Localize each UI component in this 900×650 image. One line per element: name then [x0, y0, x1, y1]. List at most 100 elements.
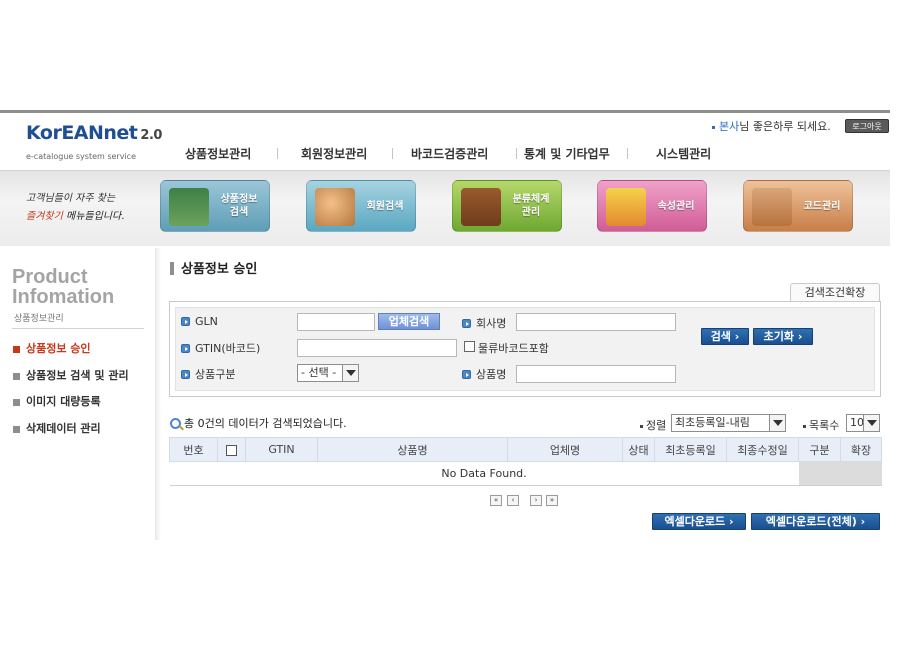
excel-download-button[interactable]: 엑셀다운로드 ›: [652, 513, 746, 530]
logistics-barcode-checkbox[interactable]: [464, 341, 475, 352]
first-page-icon[interactable]: «: [490, 495, 502, 506]
column-header-no[interactable]: 번호: [169, 437, 218, 462]
square-bullet-icon: [13, 398, 20, 406]
greeting-text: 님 좋은하루 되세요.: [739, 120, 831, 133]
chevron-down-icon: [863, 415, 879, 431]
code-folder-icon: [752, 188, 792, 226]
sidebar-item-label: 이미지 대량등록: [26, 395, 101, 408]
product-binder-icon: [169, 188, 209, 226]
gln-label: GLN: [181, 315, 218, 328]
gnb-item-member-info[interactable]: 회원정보관리: [301, 145, 367, 162]
slogan-rest: 메뉴들입니다.: [62, 211, 125, 222]
column-header-product-name[interactable]: 상품명: [317, 437, 508, 462]
bullet-icon: [803, 424, 806, 428]
bullet-icon: [640, 424, 643, 428]
chevron-down-icon: [769, 415, 785, 431]
gnb-item-system[interactable]: 시스템관리: [656, 145, 711, 162]
next-page-icon[interactable]: ›: [530, 495, 542, 506]
global-nav: 상품정보관리 회원정보관리 바코드검증관리 통계 및 기타업무 시스템관리: [160, 142, 900, 164]
sidebar-item-product-approval[interactable]: 상품정보 승인: [13, 340, 91, 356]
company-name-input[interactable]: [516, 313, 676, 331]
gnb-separator: [516, 148, 517, 159]
select-all-checkbox[interactable]: [226, 444, 237, 456]
sidebar-item-product-search[interactable]: 상품정보 검색 및 관리: [13, 367, 129, 383]
product-name-label: 상품명: [462, 366, 506, 382]
gnb-item-barcode[interactable]: 바코드검증관리: [411, 145, 488, 162]
sidebar-rule: [12, 328, 144, 329]
column-header-gtin[interactable]: GTIN: [245, 437, 318, 462]
reset-button[interactable]: 초기화 ›: [753, 328, 813, 345]
page-size-label-text: 목록수: [809, 419, 840, 432]
column-header-type[interactable]: 구분: [798, 437, 841, 462]
table-row: No Data Found.: [169, 461, 882, 486]
sidebar-divider: [155, 248, 161, 540]
company-name-label-text: 회사명: [476, 317, 507, 330]
search-button[interactable]: 검색 ›: [701, 328, 749, 345]
sort-label-text: 정렬: [646, 419, 667, 432]
column-header-select-all[interactable]: [217, 437, 246, 462]
column-header-last-modified[interactable]: 최종수정일: [726, 437, 799, 462]
slogan-highlight: 즐겨찾기: [26, 211, 63, 222]
quick-link-attributes[interactable]: 속성관리: [597, 180, 707, 232]
page-size-label: 목록수: [803, 417, 839, 433]
quick-link-classification[interactable]: 분류체계 관리: [452, 180, 562, 232]
page-size-select[interactable]: 10: [846, 414, 880, 432]
last-page-icon[interactable]: »: [546, 495, 558, 506]
logo[interactable]: KorEANnet 2.0 e-catalogue system service: [22, 118, 162, 168]
bullet-icon: [712, 125, 715, 129]
product-name-input[interactable]: [516, 365, 676, 383]
gnb-separator: [392, 148, 393, 159]
gnb-item-statistics[interactable]: 통계 및 기타업무: [524, 145, 610, 162]
members-icon: [315, 188, 355, 226]
sidebar-item-label: 상품정보 검색 및 관리: [26, 369, 129, 382]
logout-button[interactable]: 로그아웃: [845, 119, 889, 133]
company-search-button[interactable]: 업체검색: [378, 313, 440, 330]
quick-link-codes[interactable]: 코드관리: [743, 180, 853, 232]
quick-link-label: 분류체계 관리: [512, 194, 550, 218]
column-header-status[interactable]: 상태: [622, 437, 655, 462]
quick-link-member-search[interactable]: 회원검색: [306, 180, 416, 232]
empty-cell: [798, 461, 882, 486]
chevron-down-icon: [342, 365, 358, 381]
quick-link-product-search[interactable]: 상품정보 검색: [160, 180, 270, 232]
product-table: 번호 GTIN 상품명 업체명 상태 최초등록일 최종수정일 구분 확장 No …: [169, 437, 882, 486]
user-name: 본사: [719, 120, 740, 133]
column-header-company-name[interactable]: 업체명: [507, 437, 623, 462]
page: KorEANnet 2.0 e-catalogue system service …: [0, 0, 900, 650]
sidebar-item-deleted-data[interactable]: 삭제데이터 관리: [13, 420, 101, 436]
sort-select[interactable]: 최초등록일-내림: [671, 414, 786, 432]
category-select[interactable]: - 선택 -: [297, 364, 359, 382]
gnb-item-product-info[interactable]: 상품정보관리: [185, 145, 251, 162]
prev-page-icon[interactable]: ‹: [507, 495, 519, 506]
quick-link-label: 상품정보 검색: [220, 194, 258, 218]
page-title-text: 상품정보 승인: [181, 262, 258, 277]
column-header-first-registered[interactable]: 최초등록일: [654, 437, 727, 462]
slogan-line-2: 즐겨찾기 메뉴들입니다.: [26, 208, 124, 226]
gtin-label-text: GTIN(바코드): [195, 342, 261, 355]
gtin-input[interactable]: [297, 339, 457, 357]
empty-message: No Data Found.: [169, 461, 799, 486]
search-icon: [170, 418, 181, 429]
sidebar-item-label: 상품정보 승인: [26, 342, 91, 355]
excel-download-all-button[interactable]: 엑셀다운로드(전체) ›: [751, 513, 880, 530]
sidebar-subtitle: 상품정보관리: [14, 314, 64, 324]
category-select-value: - 선택 -: [301, 366, 337, 379]
gln-input[interactable]: [297, 313, 375, 331]
logo-subtitle: e-catalogue system service: [26, 152, 136, 161]
page-title: 상품정보 승인: [170, 258, 257, 277]
column-header-expand[interactable]: 확장: [840, 437, 882, 462]
top-rule: [0, 110, 890, 113]
logo-text: KorEANnet: [26, 122, 138, 144]
category-label-text: 상품구분: [195, 368, 236, 381]
sidebar-item-image-upload[interactable]: 이미지 대량등록: [13, 393, 101, 409]
sidebar-title-line-1: Product: [12, 266, 88, 288]
attribute-folders-icon: [606, 188, 646, 226]
arrow-bullet-icon: [462, 370, 471, 379]
table-header-row: 번호 GTIN 상품명 업체명 상태 최초등록일 최종수정일 구분 확장: [169, 437, 882, 462]
expand-search-tab[interactable]: 검색조건확장: [790, 283, 880, 302]
slogan-line-1: 고객님들이 자주 찾는: [26, 193, 116, 204]
logo-version: 2.0: [140, 128, 162, 143]
sidebar-title: Product Infomation: [12, 267, 114, 307]
product-name-label-text: 상품명: [476, 368, 507, 381]
title-bar-icon: [170, 262, 174, 275]
